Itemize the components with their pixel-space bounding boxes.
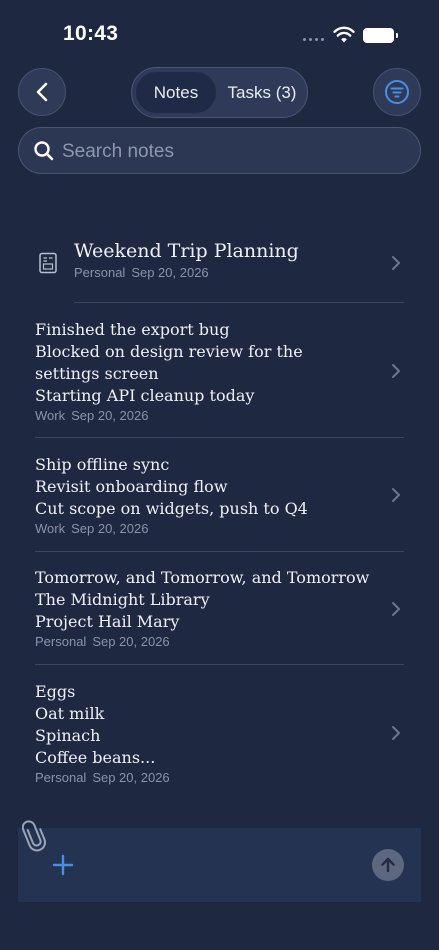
chevron-right-icon bbox=[392, 488, 400, 502]
list-item[interactable]: Eggs Oat milk Spinach Coffee beans... Pe… bbox=[0, 681, 439, 785]
chevron-right-icon bbox=[392, 726, 400, 740]
note-line: Finished the export bug bbox=[35, 320, 230, 339]
note-tag: Personal bbox=[74, 265, 126, 280]
divider bbox=[74, 302, 404, 303]
note-tag: Work bbox=[35, 521, 66, 536]
paperclip-icon[interactable] bbox=[22, 818, 46, 852]
battery-icon bbox=[363, 28, 398, 43]
arrow-up-icon bbox=[381, 857, 395, 873]
note-date: Sep 20, 2026 bbox=[71, 521, 149, 536]
filter-icon bbox=[385, 80, 409, 104]
note-line: Starting API cleanup today bbox=[35, 386, 255, 405]
note-line: The Midnight Library bbox=[35, 590, 210, 609]
tab-notes[interactable]: Notes bbox=[136, 72, 216, 113]
note-date: Sep 20, 2026 bbox=[92, 634, 170, 649]
send-button[interactable] bbox=[372, 849, 404, 881]
note-line: Revisit onboarding flow bbox=[35, 477, 228, 496]
search-input[interactable]: Search notes bbox=[18, 127, 421, 174]
note-line: Tomorrow, and Tomorrow, and Tomorrow bbox=[35, 568, 370, 587]
plus-icon[interactable] bbox=[52, 854, 74, 876]
divider bbox=[35, 437, 404, 438]
list-item[interactable]: Finished the export bug Blocked on desig… bbox=[0, 319, 439, 423]
note-line: Spinach bbox=[35, 726, 101, 745]
notes-tasks-segmented-control: Notes Tasks (3) bbox=[131, 67, 308, 118]
status-time: 10:43 bbox=[63, 22, 119, 45]
search-placeholder: Search notes bbox=[62, 141, 174, 162]
chevron-left-icon bbox=[36, 82, 48, 102]
back-button[interactable] bbox=[18, 68, 66, 116]
chevron-right-icon bbox=[392, 256, 400, 270]
tab-tasks[interactable]: Tasks (3) bbox=[220, 72, 304, 113]
list-item[interactable]: Weekend Trip Planning Personal Sep 20, 20… bbox=[0, 238, 439, 280]
note-line: Ship offline sync bbox=[35, 455, 170, 474]
note-line: Coffee beans... bbox=[35, 748, 156, 767]
list-item[interactable]: Ship offline sync Revisit onboarding flo… bbox=[0, 454, 439, 536]
status-bar: 10:43 bbox=[0, 0, 439, 60]
note-tag: Work bbox=[35, 408, 66, 423]
note-line: Oat milk bbox=[35, 704, 105, 723]
note-line: Eggs bbox=[35, 682, 76, 701]
wifi-icon bbox=[333, 26, 355, 43]
cellular-signal-icon bbox=[303, 38, 324, 41]
filter-button[interactable] bbox=[373, 68, 421, 116]
list-item[interactable]: Tomorrow, and Tomorrow, and Tomorrow The… bbox=[0, 567, 439, 649]
note-title: Weekend Trip Planning bbox=[74, 240, 299, 262]
divider bbox=[35, 664, 404, 665]
composer-bar bbox=[18, 828, 421, 902]
divider bbox=[35, 551, 404, 552]
note-line: Cut scope on widgets, push to Q4 bbox=[35, 499, 308, 518]
note-date: Sep 20, 2026 bbox=[71, 408, 149, 423]
note-date: Sep 20, 2026 bbox=[92, 770, 170, 785]
note-line: Project Hail Mary bbox=[35, 612, 180, 631]
note-tag: Personal bbox=[35, 770, 87, 785]
search-icon bbox=[34, 141, 54, 161]
note-tag: Personal bbox=[35, 634, 87, 649]
note-date: Sep 20, 2026 bbox=[131, 265, 209, 280]
chevron-right-icon bbox=[392, 364, 400, 378]
note-line: settings screen bbox=[35, 364, 159, 383]
note-line: Blocked on design review for the bbox=[35, 342, 303, 361]
chevron-right-icon bbox=[392, 602, 400, 616]
